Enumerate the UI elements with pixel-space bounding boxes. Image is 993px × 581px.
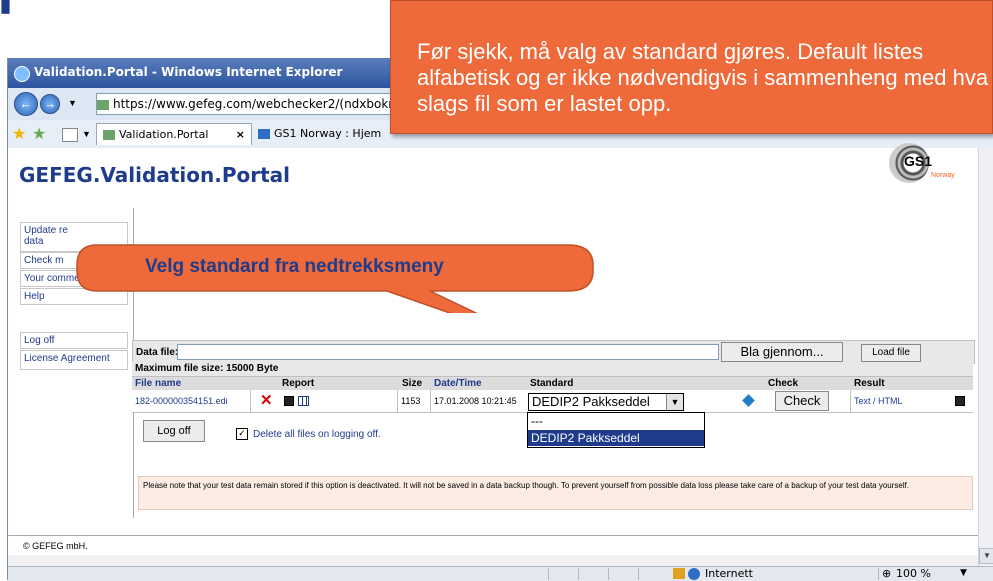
favorites-star-icon[interactable]: ★ xyxy=(12,124,26,144)
col-result: Result xyxy=(854,378,885,389)
col-file-name[interactable]: File name xyxy=(135,377,181,391)
globe-icon xyxy=(688,568,700,580)
table-row: 182-000000354151.edi ✕ 1153 17.01.2008 1… xyxy=(132,390,973,413)
save-report-icon[interactable] xyxy=(284,396,294,408)
window-title: Validation.Portal - Windows Internet Exp… xyxy=(34,65,343,79)
close-tab-icon[interactable]: × xyxy=(236,124,245,146)
status-cell xyxy=(638,568,639,580)
zoom-level[interactable]: 100 % xyxy=(896,567,931,580)
delete-file-icon[interactable]: ✕ xyxy=(260,390,273,412)
save-result-icon[interactable] xyxy=(955,396,965,408)
sidebar-item-label: Log off xyxy=(24,335,55,346)
check-button[interactable]: Check xyxy=(775,391,829,411)
gs1-logo-text: GS1 xyxy=(904,153,933,169)
status-cell xyxy=(578,568,579,580)
sidebar-item-label: License Agreement xyxy=(24,353,110,364)
speech-bubble-callout xyxy=(76,244,594,313)
cell-divider xyxy=(397,390,398,412)
tab-favicon-icon xyxy=(103,130,115,140)
page-title: GEFEG.Validation.Portal xyxy=(19,163,290,187)
protected-mode-icon xyxy=(673,568,685,579)
date-cell: 17.01.2008 10:21:45 xyxy=(434,396,517,406)
vertical-scrollbar[interactable]: ▼ xyxy=(978,148,993,566)
col-report: Report xyxy=(282,378,315,389)
tab-favicon-icon xyxy=(258,129,270,139)
forward-button[interactable]: → xyxy=(40,94,60,114)
zoom-magnifier-icon[interactable]: ⊕ xyxy=(882,567,891,580)
cell-divider xyxy=(430,390,431,412)
tab-gs1-norway[interactable]: GS1 Norway : Hjem xyxy=(252,123,392,145)
zoom-dropdown-icon[interactable]: ▼ xyxy=(960,568,967,578)
result-link[interactable]: Text / HTML xyxy=(854,390,903,412)
backup-note: Please note that your test data remain s… xyxy=(138,476,973,510)
size-cell: 1153 xyxy=(401,396,421,406)
slide-corner-mark: ▮ xyxy=(0,0,12,14)
copyright: © GEFEG mbH. xyxy=(23,541,88,551)
sidebar-item-label: Update re xyxy=(24,225,68,236)
delete-all-label: Delete all files on logging off. xyxy=(253,429,381,440)
add-favorite-icon[interactable]: ★ xyxy=(32,124,46,144)
standard-select[interactable]: DEDIP2 Pakkseddel ▼ xyxy=(528,393,684,411)
url-field[interactable]: https://www.gefeg.com/webchecker2/(ndxbo… xyxy=(96,93,398,115)
load-file-button[interactable]: Load file xyxy=(861,344,921,362)
status-cell xyxy=(878,568,879,580)
zone-label: Internett xyxy=(705,567,753,580)
gs1-logo-subtitle: Norway xyxy=(931,172,955,179)
footer-divider xyxy=(8,535,978,536)
sidebar-item-label: Check m xyxy=(24,255,64,266)
sidebar-item-label: Help xyxy=(24,291,45,302)
col-standard: Standard xyxy=(530,378,574,389)
quick-tabs-icon[interactable] xyxy=(62,128,78,142)
logoff-button[interactable]: Log off xyxy=(143,420,205,442)
site-favicon-icon xyxy=(97,99,109,110)
file-name-cell[interactable]: 182-000000354151.edi xyxy=(135,390,228,412)
check-indicator-icon xyxy=(742,394,755,407)
cell-divider xyxy=(250,390,251,412)
col-check: Check xyxy=(768,378,799,389)
view-report-icon[interactable] xyxy=(298,396,309,408)
col-size: Size xyxy=(402,378,423,389)
max-size-row: Maximum file size: 15000 Byte xyxy=(132,362,973,376)
speech-bubble-text: Velg standard fra nedtrekksmeny xyxy=(145,256,444,277)
tab-list-icon[interactable]: ▼ xyxy=(82,129,91,139)
status-cell xyxy=(608,568,609,580)
status-cell xyxy=(548,568,549,580)
chevron-down-icon[interactable]: ▼ xyxy=(666,394,683,410)
cell-divider xyxy=(850,390,851,412)
sidebar-item-license[interactable]: License Agreement xyxy=(20,350,128,370)
back-button[interactable]: ← xyxy=(14,92,38,116)
col-date[interactable]: Date/Time xyxy=(434,377,482,391)
tab-label: GS1 Norway : Hjem xyxy=(274,127,382,140)
delete-all-checkbox[interactable]: ✓ xyxy=(236,428,248,440)
url-text: https://www.gefeg.com/webchecker2/(ndxbo… xyxy=(113,97,397,111)
instruction-callout: Før sjekk, må valg av standard gjøres. D… xyxy=(390,0,993,134)
status-bar: Internett ⊕ 100 % ▼ xyxy=(8,566,993,581)
history-dropdown-icon[interactable]: ▼ xyxy=(68,98,77,108)
ie-icon xyxy=(14,66,30,82)
tab-validation-portal[interactable]: Validation.Portal × xyxy=(96,123,252,145)
data-file-input[interactable] xyxy=(177,344,719,360)
tab-label: Validation.Portal xyxy=(119,128,209,141)
sidebar-item-logoff[interactable]: Log off xyxy=(20,332,128,349)
data-file-label: Data file: xyxy=(136,347,179,358)
standard-select-value: DEDIP2 Pakkseddel xyxy=(532,394,650,409)
browse-button[interactable]: Bla gjennom... xyxy=(721,342,843,362)
dropdown-option-dedip2[interactable]: DEDIP2 Pakkseddel xyxy=(528,430,704,446)
scroll-down-icon[interactable]: ▼ xyxy=(979,548,993,564)
browser-window: Validation.Portal - Windows Internet Exp… xyxy=(7,58,993,581)
data-file-row: Data file: Bla gjennom... Load file xyxy=(132,340,975,364)
standard-dropdown-list: --- DEDIP2 Pakkseddel xyxy=(527,412,705,448)
dropdown-option-empty[interactable]: --- xyxy=(528,413,704,429)
max-size-label: Maximum file size: 15000 Byte xyxy=(135,363,279,374)
